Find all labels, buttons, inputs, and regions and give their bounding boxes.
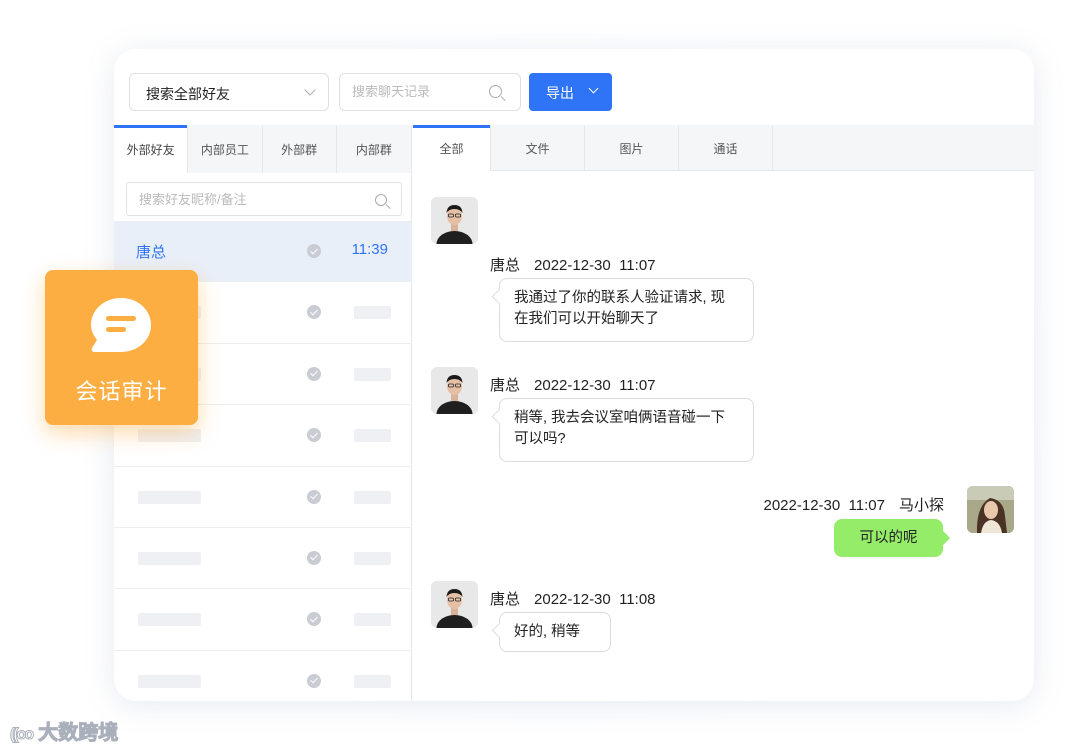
message-meta: 唐总 2022-12-30 11:08 xyxy=(490,588,656,609)
name-placeholder xyxy=(138,429,201,443)
message-bubble: 我通过了你的联系人验证请求, 现在我们可以开始聊天了 xyxy=(499,278,754,342)
check-circle-icon xyxy=(307,489,321,504)
name-placeholder xyxy=(138,674,201,688)
message-meta: 唐总 2022-12-30 11:07 xyxy=(490,254,656,275)
message-list: 唐总 2022-12-30 11:07 我通过了你的联系人验证请求, 现在我们可以… xyxy=(413,171,1034,701)
message-bubble-self: 可以的呢 xyxy=(834,519,943,557)
watermark-text: 大数跨境 xyxy=(38,722,119,745)
tab-calls[interactable]: 通话 xyxy=(679,125,773,171)
message-sender: 唐总 xyxy=(490,257,521,274)
message-time: 2022-12-30 11:08 xyxy=(534,591,656,608)
message-type-tabs: 全部 文件 图片 通话 xyxy=(413,125,1034,171)
man-avatar-icon xyxy=(431,581,478,628)
time-placeholder xyxy=(354,490,391,504)
message-bubble: 稍等, 我去会议室咱俩语音碰一下可以吗? xyxy=(499,398,754,462)
message-sender: 唐总 xyxy=(490,377,521,394)
man-avatar-icon xyxy=(431,367,478,414)
friend-row-placeholder[interactable] xyxy=(114,528,412,590)
search-icon xyxy=(375,194,387,206)
chat-bubble-icon xyxy=(91,298,151,352)
badge-label: 会话审计 xyxy=(75,379,168,404)
time-placeholder xyxy=(354,551,391,565)
time-placeholder xyxy=(354,306,391,320)
watermark-logo: ((oo xyxy=(9,726,34,744)
avatar[interactable] xyxy=(431,581,478,628)
check-circle-icon xyxy=(307,305,321,320)
friend-row-placeholder[interactable] xyxy=(114,589,412,651)
tab-files[interactable]: 文件 xyxy=(491,125,585,171)
friend-row-placeholder[interactable] xyxy=(114,467,412,528)
time-placeholder xyxy=(354,674,391,688)
check-circle-icon xyxy=(307,244,321,258)
friend-search-input[interactable] xyxy=(139,192,339,207)
message-meta: 2022-12-30 11:07 马小探 xyxy=(763,494,944,515)
avatar[interactable] xyxy=(967,486,1014,533)
friend-time: 11:39 xyxy=(351,241,388,258)
export-button[interactable]: 导出 xyxy=(529,73,612,111)
message-sender: 唐总 xyxy=(490,591,521,608)
message-time: 2022-12-30 11:07 xyxy=(534,257,656,274)
friend-search-box[interactable] xyxy=(126,182,402,216)
message-time: 2022-12-30 11:07 xyxy=(534,377,656,394)
check-circle-icon xyxy=(307,428,321,443)
check-circle-icon xyxy=(307,550,321,565)
chevron-down-icon xyxy=(588,83,599,94)
message-bubble: 好的, 稍等 xyxy=(499,612,611,652)
time-placeholder xyxy=(354,367,391,381)
message-time: 2022-12-30 11:07 xyxy=(763,497,885,514)
avatar[interactable] xyxy=(431,367,478,414)
friend-name: 唐总 xyxy=(136,244,167,261)
search-icon xyxy=(489,85,502,98)
avatar[interactable] xyxy=(431,197,478,244)
session-audit-badge: 会话审计 xyxy=(45,270,198,425)
tab-internal-staff[interactable]: 内部员工 xyxy=(188,125,263,173)
chat-audit-window: 搜索全部好友 导出 外部好友 内部员工 外部群 内部群 唐总 11:39 xyxy=(114,49,1034,701)
friend-filter-value: 搜索全部好友 xyxy=(146,86,230,102)
time-placeholder xyxy=(354,429,391,443)
chat-search-input[interactable] xyxy=(352,84,482,99)
chat-search-box[interactable] xyxy=(339,73,521,111)
watermark: ((oo 大数跨境 xyxy=(9,716,119,745)
message-meta: 唐总 2022-12-30 11:07 xyxy=(490,374,656,395)
woman-avatar-icon xyxy=(967,486,1014,533)
friend-row-placeholder[interactable] xyxy=(114,651,412,701)
check-circle-icon xyxy=(307,612,321,627)
name-placeholder xyxy=(138,490,201,504)
tab-images[interactable]: 图片 xyxy=(585,125,679,171)
man-avatar-icon xyxy=(431,197,478,244)
friend-filter-select[interactable]: 搜索全部好友 xyxy=(129,73,329,111)
export-button-label: 导出 xyxy=(546,85,574,101)
time-placeholder xyxy=(354,613,391,627)
name-placeholder xyxy=(138,613,201,627)
chevron-down-icon xyxy=(304,84,316,96)
message-sender: 马小探 xyxy=(898,497,944,514)
contact-tabs: 外部好友 内部员工 外部群 内部群 xyxy=(114,125,411,173)
tab-external-friends[interactable]: 外部好友 xyxy=(114,125,189,173)
tab-external-groups[interactable]: 外部群 xyxy=(262,125,337,173)
name-placeholder xyxy=(138,551,201,565)
check-circle-icon xyxy=(307,366,321,381)
tab-all[interactable]: 全部 xyxy=(413,125,491,171)
check-circle-icon xyxy=(307,673,321,688)
tab-internal-groups[interactable]: 内部群 xyxy=(336,125,411,173)
